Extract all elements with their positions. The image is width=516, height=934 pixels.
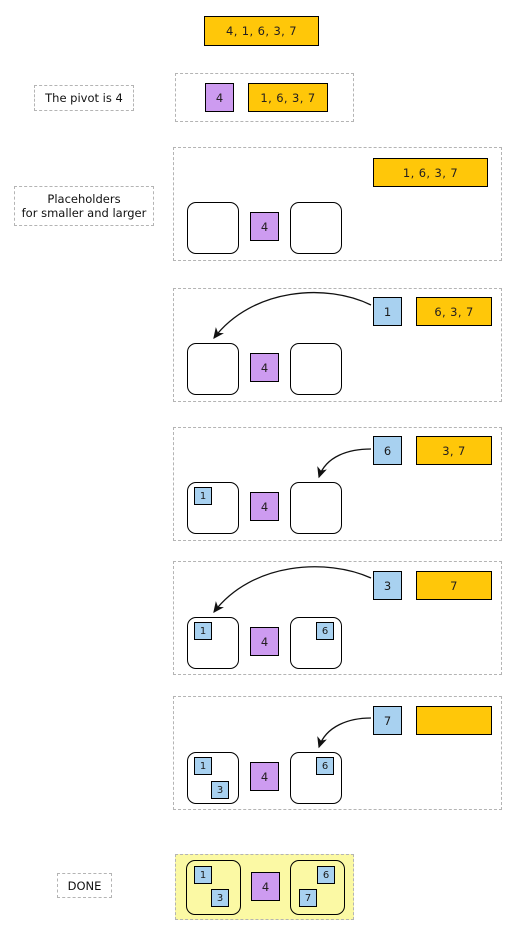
pivot-value-step6: 4 [260, 769, 269, 784]
pivot-box-step1: 4 [205, 83, 234, 112]
pivot-box-step5: 4 [250, 627, 279, 656]
smaller-item-1-step4: 1 [194, 487, 212, 505]
larger-item-6-text-step6: 6 [321, 760, 329, 772]
remaining-list-text-step4: 3, 7 [442, 443, 466, 458]
moving-value-text-step6: 7 [383, 713, 392, 728]
larger-item-7-done: 7 [299, 889, 317, 907]
larger-bucket-step3 [290, 343, 342, 395]
remaining-list-text-step1: 1, 6, 3, 7 [260, 90, 316, 105]
remaining-list-step1: 1, 6, 3, 7 [248, 83, 328, 112]
smaller-item-1-text-done: 1 [199, 869, 207, 881]
larger-item-7-text-done: 7 [304, 892, 312, 904]
remaining-list-text-step3: 6, 3, 7 [434, 304, 474, 319]
moving-value-text-step5: 3 [383, 578, 392, 593]
pivot-value-step1: 4 [215, 90, 224, 105]
moving-value-step5: 3 [373, 571, 402, 600]
remaining-list-step3: 6, 3, 7 [416, 297, 492, 326]
smaller-bucket-step2 [187, 202, 239, 254]
remaining-list-text-step5: 7 [450, 578, 458, 593]
moving-value-text-step3: 1 [383, 304, 392, 319]
remaining-list-step5: 7 [416, 571, 492, 600]
caption-placeholders-text: Placeholders for smaller and larger [21, 192, 147, 220]
moving-value-step6: 7 [373, 706, 402, 735]
pivot-value-step2: 4 [260, 219, 269, 234]
smaller-item-1-text-step4: 1 [199, 490, 207, 502]
remaining-list-step4: 3, 7 [416, 436, 492, 465]
caption-pivot-text: The pivot is 4 [45, 91, 123, 105]
moving-value-step3: 1 [373, 297, 402, 326]
caption-pivot: The pivot is 4 [34, 85, 134, 111]
larger-item-6-done: 6 [317, 866, 335, 884]
smaller-item-1-text-step6: 1 [199, 760, 207, 772]
pivot-box-step4: 4 [250, 492, 279, 521]
smaller-item-3-text-done: 3 [216, 892, 224, 904]
larger-item-6-text-done: 6 [322, 869, 330, 881]
remaining-list-step2: 1, 6, 3, 7 [373, 158, 488, 187]
caption-done-text: DONE [67, 878, 102, 893]
larger-bucket-step2 [290, 202, 342, 254]
initial-list-box: 4, 1, 6, 3, 7 [204, 16, 319, 46]
smaller-item-1-step5: 1 [194, 622, 212, 640]
remaining-list-text-step2: 1, 6, 3, 7 [402, 165, 459, 180]
moving-value-text-step4: 6 [383, 443, 392, 458]
pivot-box-step3: 4 [250, 353, 279, 382]
smaller-item-1-done: 1 [194, 866, 212, 884]
larger-bucket-step4 [290, 482, 342, 534]
pivot-value-step5: 4 [260, 634, 269, 649]
larger-item-6-step6: 6 [316, 757, 334, 775]
smaller-item-3-done: 3 [211, 889, 229, 907]
smaller-item-3-text-step6: 3 [216, 784, 224, 796]
caption-done: DONE [57, 873, 112, 898]
pivot-box-step2: 4 [250, 212, 279, 241]
smaller-bucket-step3 [187, 343, 239, 395]
pivot-value-done: 4 [261, 879, 270, 894]
moving-value-step4: 6 [373, 436, 402, 465]
larger-item-6-text-step5: 6 [321, 625, 329, 637]
initial-list-text: 4, 1, 6, 3, 7 [225, 24, 298, 38]
pivot-box-done: 4 [251, 872, 280, 901]
caption-placeholders: Placeholders for smaller and larger [14, 186, 154, 226]
smaller-item-3-step6: 3 [211, 781, 229, 799]
smaller-item-1-text-step5: 1 [199, 625, 207, 637]
remaining-list-step6 [416, 706, 492, 735]
smaller-item-1-step6: 1 [194, 757, 212, 775]
larger-item-6-step5: 6 [316, 622, 334, 640]
pivot-box-step6: 4 [250, 762, 279, 791]
pivot-value-step4: 4 [260, 499, 269, 514]
pivot-value-step3: 4 [260, 360, 269, 375]
